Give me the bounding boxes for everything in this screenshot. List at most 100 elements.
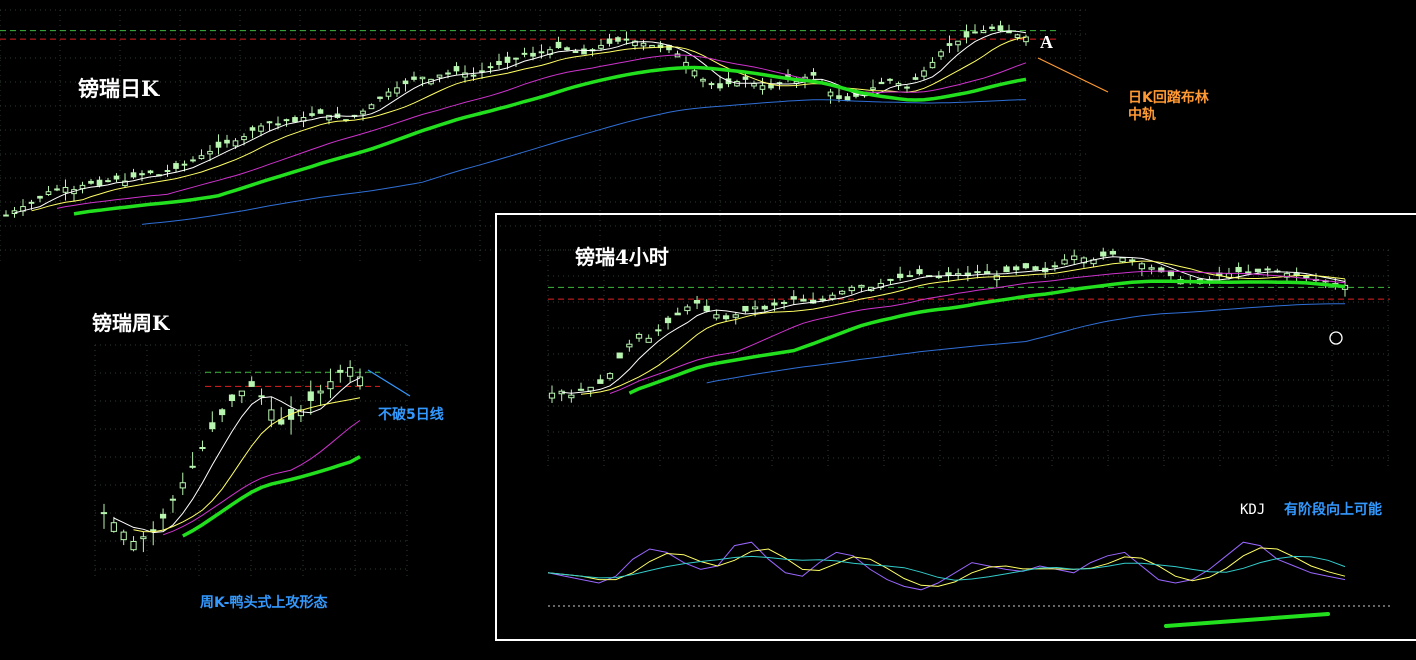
candle-body xyxy=(462,72,468,78)
candle-body xyxy=(164,170,171,173)
candle-body xyxy=(780,301,788,304)
candle-body xyxy=(1148,267,1155,270)
candle-body xyxy=(1032,266,1039,271)
candle-body xyxy=(664,317,672,324)
candle-body xyxy=(100,512,108,515)
candle-body xyxy=(219,409,226,416)
kdj-chart xyxy=(547,541,1390,607)
candle-body xyxy=(974,271,981,274)
candle-body xyxy=(173,163,179,169)
candle-body xyxy=(581,48,587,55)
line-ma20 xyxy=(162,419,361,536)
candle-body xyxy=(224,139,230,144)
candle-body xyxy=(292,117,298,123)
candle-body xyxy=(722,315,730,320)
candle-body xyxy=(683,61,689,67)
candle-body xyxy=(771,302,778,306)
candle-body xyxy=(169,498,177,501)
daily-note-line1: 日K回踏布林 xyxy=(1128,89,1209,106)
candle-body xyxy=(645,337,652,343)
candle-body xyxy=(606,38,613,44)
candle-body xyxy=(751,306,759,310)
candle-body xyxy=(337,369,344,373)
candle-body xyxy=(572,51,579,54)
candle-body xyxy=(1119,257,1126,263)
candle-body xyxy=(1109,250,1117,255)
candle-body xyxy=(496,60,502,66)
candle-body xyxy=(88,180,94,184)
candle-body xyxy=(606,373,614,379)
candle-body xyxy=(1254,268,1262,273)
candle-body xyxy=(751,83,757,87)
line-ma60 xyxy=(706,303,1345,384)
candle-body xyxy=(436,74,443,78)
candle-body xyxy=(139,173,145,176)
candle-body xyxy=(130,541,137,551)
weekly-note: 不破5日线 xyxy=(378,406,444,423)
candle-body xyxy=(989,26,995,29)
candle-body xyxy=(870,87,876,90)
frame-layer xyxy=(495,213,1416,641)
candle-body xyxy=(37,195,43,199)
candle-body xyxy=(1061,259,1068,265)
daily-title: 镑瑞日K xyxy=(78,76,160,101)
candle-body xyxy=(28,201,35,204)
candle-body xyxy=(929,61,936,69)
candle-body xyxy=(159,513,167,519)
candle-body xyxy=(878,81,885,85)
candle-body xyxy=(1013,266,1020,271)
candle-body xyxy=(844,96,851,102)
candle-body xyxy=(916,269,923,275)
candle-body xyxy=(241,136,247,141)
line-boll-mid xyxy=(73,65,1027,216)
candle-body xyxy=(963,31,970,38)
candle-body xyxy=(140,536,147,540)
candle-body xyxy=(564,47,570,51)
candle-body xyxy=(327,381,334,390)
candle-body xyxy=(45,191,52,196)
h4-title: 镑瑞4小时 xyxy=(575,245,669,269)
candle-body xyxy=(742,76,749,80)
candle-body xyxy=(640,42,647,47)
candle-body xyxy=(829,294,836,300)
candle-body xyxy=(946,43,953,46)
candle-body xyxy=(691,70,698,77)
candle-body xyxy=(684,306,691,312)
candle-body xyxy=(626,343,633,348)
weekly-title: 镑瑞周K xyxy=(92,311,170,335)
candle-body xyxy=(394,87,400,94)
candle-body xyxy=(997,25,1004,32)
candle-body xyxy=(198,155,205,159)
candle-body xyxy=(674,312,681,316)
daily-chart xyxy=(0,20,1060,225)
candle-body xyxy=(309,113,315,116)
candle-body xyxy=(190,159,196,162)
candle-body xyxy=(513,57,519,60)
candle-body xyxy=(411,76,417,80)
candle-body xyxy=(232,140,239,147)
line-ma20 xyxy=(56,54,1027,209)
candle-body xyxy=(419,76,426,80)
candle-body xyxy=(62,186,69,193)
candle-body xyxy=(897,273,904,279)
candle-body xyxy=(258,395,265,398)
candle-body xyxy=(3,214,9,217)
candle-body xyxy=(717,83,723,89)
candle-body xyxy=(487,66,494,69)
h4-marker-circle xyxy=(1329,331,1343,345)
point-a-label: A xyxy=(1040,32,1053,52)
candle-body xyxy=(1100,251,1107,257)
candle-body xyxy=(479,70,485,73)
candle-body xyxy=(1022,263,1029,269)
candle-body xyxy=(283,119,290,122)
candle-body xyxy=(530,52,536,57)
candle-body xyxy=(249,127,256,131)
candle-body xyxy=(470,74,477,77)
candle-body xyxy=(120,531,127,541)
kdj-d-line xyxy=(547,547,1346,587)
weekly-chart xyxy=(100,360,380,553)
kdj-note: 有阶段向上可能 xyxy=(1284,501,1382,518)
candle-body xyxy=(1003,266,1010,273)
candle-body xyxy=(810,72,817,76)
candle-body xyxy=(147,170,154,174)
